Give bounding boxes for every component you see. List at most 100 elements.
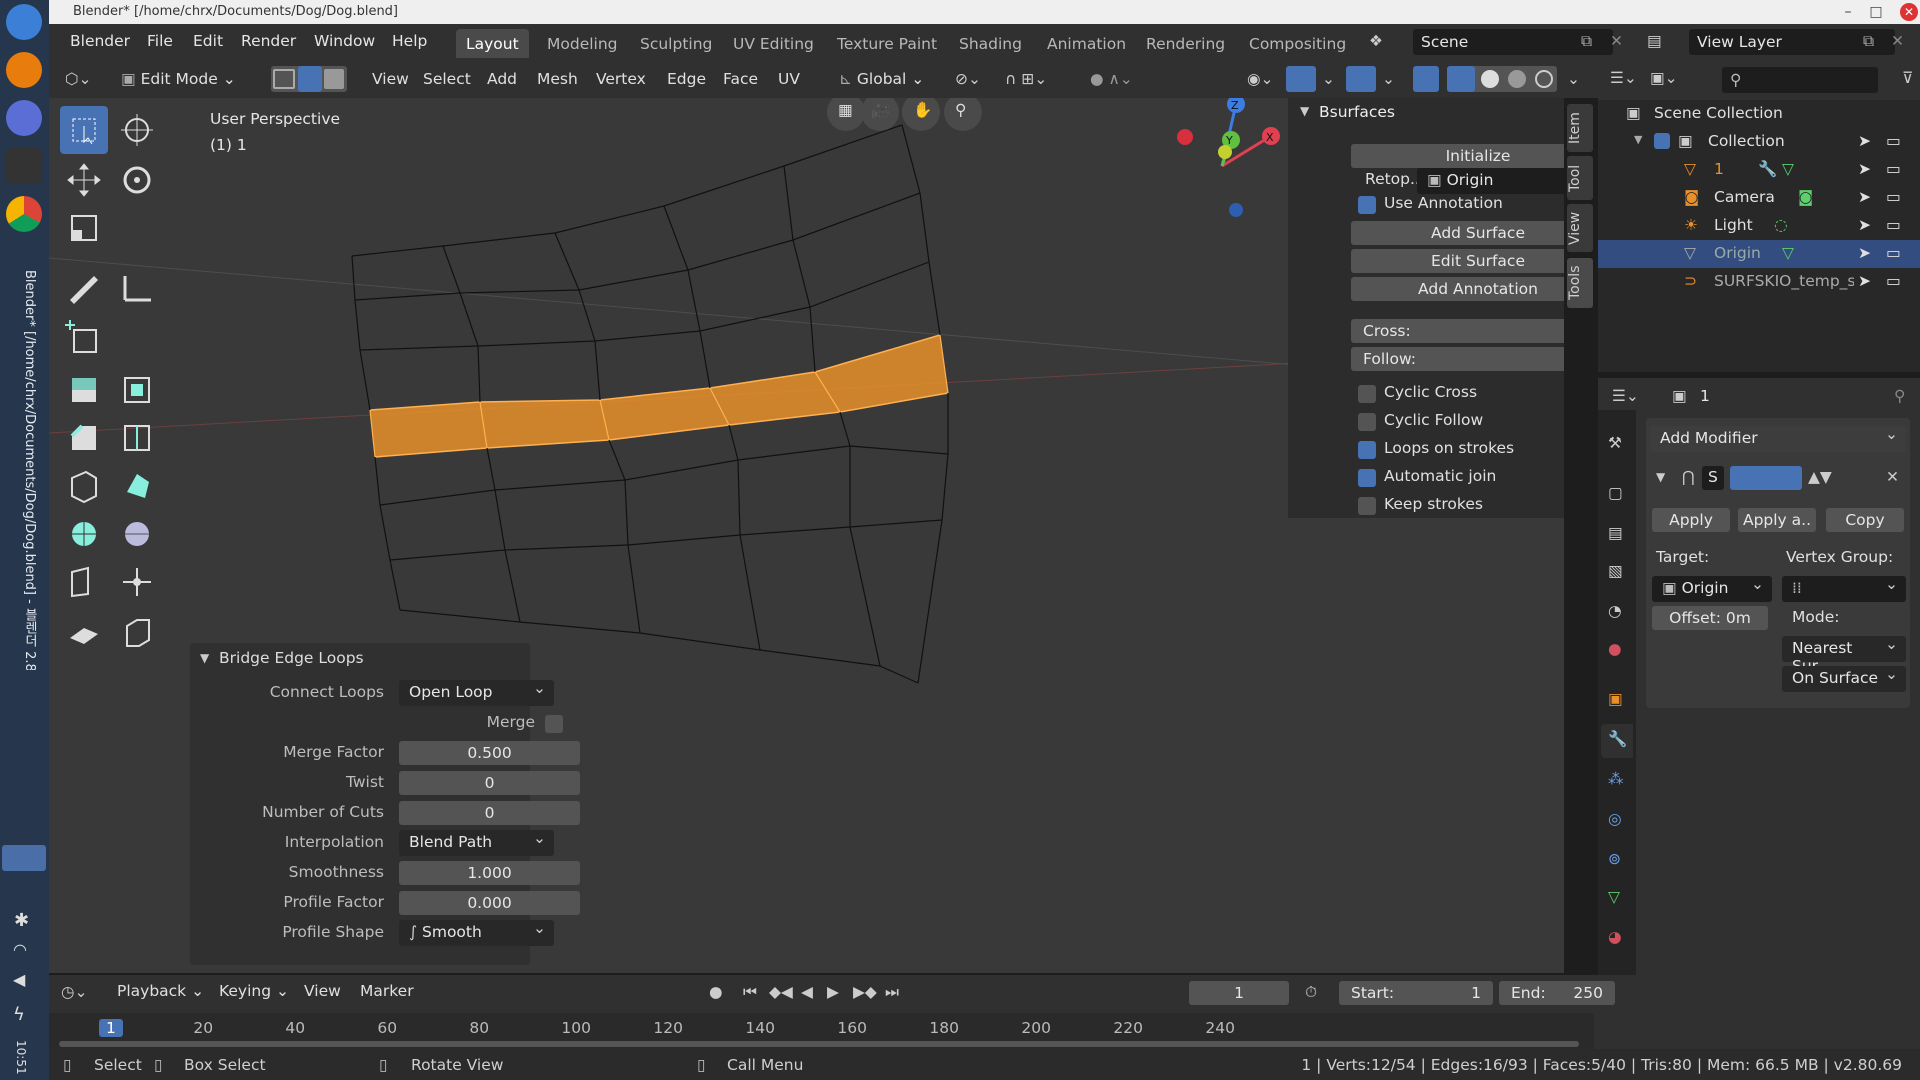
bluetooth-icon[interactable]: ✱ [14,910,29,931]
add-surface-button[interactable]: Add Surface [1351,221,1564,245]
shear-tool[interactable] [60,608,108,656]
selectable-icon[interactable]: ➤ [1858,244,1871,262]
outliner-editor-icon[interactable]: ☰⌄ [1610,69,1637,87]
cross-field[interactable]: Cross:5 [1351,319,1564,343]
pivot-icon[interactable]: ⊘⌄ [949,66,987,92]
menu-vertex[interactable]: Vertex [590,66,652,92]
tab-uv-editing[interactable]: UV Editing [723,29,824,58]
window-list-title[interactable]: Blender* [/home/chrx/Documents/Dog/Dog.b… [11,270,39,670]
viewport-visibility-icon[interactable]: ▭ [1886,244,1901,262]
loops-on-strokes-checkbox[interactable] [1358,441,1376,459]
collapse-icon[interactable]: ▼ [200,651,209,665]
move-up-down-icon[interactable]: ▲▼ [1808,468,1832,486]
add-modifier-dropdown[interactable]: Add Modifier [1650,425,1906,452]
tab-animation[interactable]: Animation [1037,29,1136,58]
selectable-icon[interactable]: ➤ [1858,188,1871,206]
modifier-name-field[interactable]: S [1702,466,1724,490]
viewport-visibility-icon[interactable]: ▭ [1886,188,1901,206]
outliner-search-input[interactable]: ⚲ [1722,67,1878,93]
use-annotation-checkbox[interactable] [1358,196,1376,214]
loop-cut-tool[interactable] [113,414,161,462]
3d-viewport[interactable]: User Perspective (1) 1 ▦ 🎥 ✋ ⚲ Z X Y ▼ B… [49,98,1564,973]
smoothness-field[interactable]: 1.000 [399,861,580,885]
orientation-selector[interactable]: ⊾ Global ⌄ [833,66,937,92]
cuts-field[interactable]: 0 [399,801,580,825]
sidebar-tab-tool[interactable]: Tool [1567,156,1593,200]
menu-select[interactable]: Select [417,66,477,92]
knife-tool[interactable] [60,462,108,510]
modifier-visibility-toggles[interactable] [1730,466,1802,490]
add-annotation-button[interactable]: Add Annotation [1351,277,1564,301]
view-layer-browse-icon[interactable]: ▤ [1647,32,1662,50]
disclosure-icon[interactable]: ▼ [1634,133,1642,146]
target-field[interactable]: ▣ Origin [1652,575,1772,602]
new-view-layer-icon[interactable]: ⧉ [1863,32,1874,51]
vertex-select-icon[interactable] [273,69,295,89]
selectable-icon[interactable]: ➤ [1858,132,1871,150]
timeline-editor-icon[interactable]: ◷⌄ [61,983,88,1001]
solid-shading-icon[interactable] [1481,70,1499,88]
timeline-scrollbar[interactable] [59,1041,1579,1047]
play-reverse-icon[interactable]: ◀ [801,983,813,1001]
tool-tab-icon[interactable]: ⚒ [1608,434,1622,452]
scene-browse-icon[interactable]: ❖ [1369,32,1383,50]
menu-face[interactable]: Face [717,66,764,92]
outliner-row-object-1[interactable]: ▽ 1 🔧 ▽ ➤ ▭ [1598,156,1920,184]
poly-build-tool[interactable] [113,462,161,510]
terminal-icon[interactable] [6,148,42,184]
files-icon[interactable] [6,100,42,136]
outliner-row-collection[interactable]: ▼ ▣ Collection ➤ ▭ [1598,128,1920,156]
automatic-join-checkbox[interactable] [1358,469,1376,487]
tab-texture-paint[interactable]: Texture Paint [827,29,947,58]
new-scene-icon[interactable]: ⧉ [1581,32,1592,51]
object-tab-icon[interactable]: ▣ [1608,690,1623,708]
playback-menu[interactable]: Playback ⌄ [111,978,210,1004]
rendered-shading-icon[interactable] [1535,70,1553,88]
bevel-tool[interactable] [60,414,108,462]
inset-tool[interactable] [113,366,161,414]
tab-compositing[interactable]: Compositing [1239,29,1356,58]
extrude-tool[interactable] [60,366,108,414]
collapse-icon[interactable]: ▼ [1300,104,1309,118]
overlay-toggle-icon[interactable] [1346,66,1376,92]
view-layer-tab-icon[interactable]: ▧ [1608,562,1623,580]
gizmo-toggle-icon[interactable] [1286,66,1316,92]
viewport-visibility-icon[interactable]: ▭ [1886,216,1901,234]
wrap-method-dropdown[interactable]: Nearest Sur... [1782,635,1906,675]
prev-keyframe-icon[interactable]: ◆◀ [769,983,793,1001]
world-tab-icon[interactable]: ● [1608,640,1622,658]
play-icon[interactable]: ▶ [827,983,839,1001]
interpolation-dropdown[interactable]: Blend Path [399,829,554,856]
vertex-group-field[interactable]: ⁞⁞ [1782,575,1906,602]
connect-loops-dropdown[interactable]: Open Loop [399,679,554,706]
viewport-visibility-icon[interactable]: ▭ [1886,160,1901,178]
current-frame-field[interactable]: 1 [1189,981,1289,1005]
tab-modeling[interactable]: Modeling [537,29,628,58]
menu-render[interactable]: Render [241,32,296,50]
sidebar-tab-tools[interactable]: Tools [1567,258,1593,308]
properties-editor-icon[interactable]: ☰⌄ [1612,387,1639,405]
collection-include-checkbox[interactable] [1654,133,1670,149]
gizmo-options-icon[interactable]: ⌄ [1316,66,1341,92]
constraints-tab-icon[interactable]: ⊚ [1608,850,1621,868]
selectable-icon[interactable]: ➤ [1858,160,1871,178]
sidebar-tab-view[interactable]: View [1567,204,1593,252]
scale-tool[interactable] [60,204,108,252]
tab-layout[interactable]: Layout [456,29,529,58]
cyclic-follow-checkbox[interactable] [1358,413,1376,431]
copy-button[interactable]: Copy [1826,508,1904,532]
visibility-icon[interactable]: ◉⌄ [1241,66,1280,92]
launcher-icon[interactable] [6,4,42,40]
output-tab-icon[interactable]: ▤ [1608,524,1623,542]
apply-as-shape-button[interactable]: Apply a.. [1738,508,1816,532]
chrome-icon[interactable] [6,196,42,232]
menu-blender[interactable]: Blender [70,32,130,50]
annotate-tool[interactable] [60,264,108,312]
scene-tab-icon[interactable]: ◔ [1608,602,1622,620]
menu-edit[interactable]: Edit [193,32,223,50]
particles-tab-icon[interactable]: ⁂ [1608,770,1624,788]
next-keyframe-icon[interactable]: ▶◆ [853,983,877,1001]
edge-slide-tool[interactable] [60,558,108,606]
remove-view-layer-icon[interactable]: ✕ [1891,32,1904,50]
snap-icon[interactable]: ∩ ⊞⌄ [999,66,1053,92]
